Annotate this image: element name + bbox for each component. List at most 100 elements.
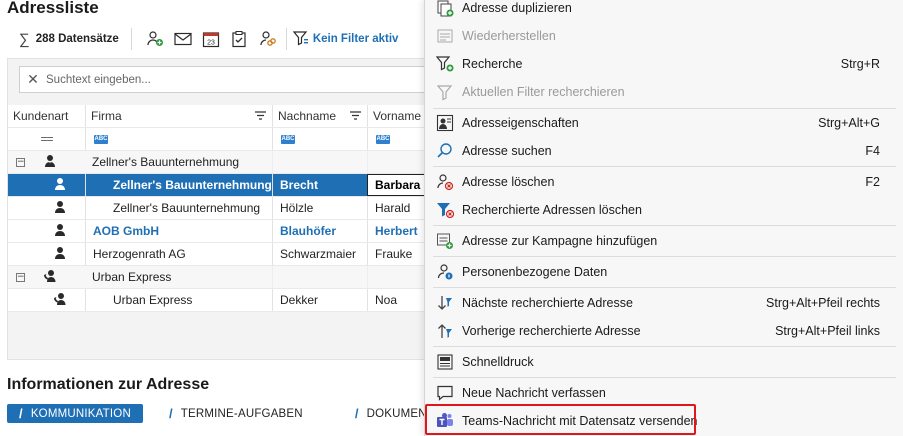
svg-text:23: 23 (207, 40, 215, 47)
person-icon (53, 223, 67, 240)
info-tabs: / KOMMUNIKATION / TERMINE-AUFGABEN / DOKUME… (7, 404, 454, 423)
filter-cell-kundenart[interactable]: == (8, 128, 85, 150)
mail-icon[interactable] (172, 28, 194, 50)
menu-item-aktuellen-filter[interactable]: Aktuellen Filter recherchieren (425, 78, 903, 106)
cell-firma: Zellner's Bauunternehmung (85, 174, 272, 196)
filter-status-label: Kein Filter aktiv (312, 33, 399, 45)
cell-vorname: Harald (367, 197, 427, 219)
person-icon (53, 246, 67, 263)
cell-firma: Urban Express (92, 270, 172, 284)
grid-header: Kundenart Firma Nachname Vorname (8, 105, 427, 128)
calendar-icon[interactable]: 23 (200, 28, 222, 50)
cell-vorname (367, 266, 427, 288)
search-box: ✕ (19, 66, 431, 93)
cell-firma: Herzogenrath AG (85, 243, 272, 265)
add-person-icon[interactable] (144, 28, 166, 50)
cell-nachname: Blauhöfer (272, 220, 367, 242)
menu-item-adresseigenschaften[interactable]: Adresseigenschaften Strg+Alt+G (425, 109, 903, 137)
table-row[interactable]: Urban Express Dekker Noa (8, 289, 427, 312)
tab-slash-icon: / (19, 406, 23, 421)
task-icon[interactable] (228, 28, 250, 50)
filter-icon (292, 30, 309, 49)
column-header-nachname[interactable]: Nachname (272, 105, 367, 127)
toolbar-separator (285, 28, 287, 50)
filter-cell-nachname[interactable]: ABC (272, 128, 367, 150)
column-header-kundenart[interactable]: Kundenart (8, 105, 85, 127)
cell-vorname[interactable]: Barbara (367, 174, 427, 196)
menu-item-adresse-suchen[interactable]: Adresse suchen F4 (425, 137, 903, 165)
phone-contact-icon (43, 269, 57, 286)
menu-item-naechste-adresse[interactable]: Nächste recherchierte Adresse Strg+Alt+Pf… (425, 289, 903, 317)
menu-item-vorherige-adresse[interactable]: Vorherige recherchierte Adresse Strg+Alt+… (425, 317, 903, 345)
column-filter-icon[interactable] (350, 109, 361, 123)
search-icon (434, 140, 456, 162)
cell-nachname: Hölzle (272, 197, 367, 219)
menu-item-adresse-duplizieren[interactable]: Adresse duplizieren (425, 0, 903, 22)
menu-item-recherche[interactable]: Recherche Strg+R (425, 50, 903, 78)
person-icon (53, 200, 67, 217)
tab-slash-icon: / (354, 406, 359, 421)
cell-vorname: Herbert (367, 220, 427, 242)
menu-item-adresse-loeschen[interactable]: Adresse löschen F2 (425, 168, 903, 196)
menu-item-kampagne[interactable]: Adresse zur Kampagne hinzufügen (425, 227, 903, 255)
search-input[interactable] (46, 73, 406, 86)
collapse-icon[interactable]: − (16, 272, 25, 282)
group-row[interactable]: − Zellner's Bauunternehmung (8, 151, 427, 174)
clear-search-icon[interactable]: ✕ (20, 71, 46, 88)
cell-firma: Zellner's Bauunternehmung (92, 155, 240, 169)
restore-icon (434, 25, 456, 47)
arrow-up-icon (434, 320, 456, 342)
personal-data-icon (434, 261, 456, 283)
address-grid: Kundenart Firma Nachname Vorname == ABC … (8, 105, 427, 312)
menu-item-recherchierte-loeschen[interactable]: Recherchierte Adressen löschen (425, 196, 903, 224)
table-row[interactable]: AOB GmbH Blauhöfer Herbert (8, 220, 427, 243)
filter-cell-firma[interactable]: ABC (85, 128, 272, 150)
menu-item-personenbezogene-daten[interactable]: Personenbezogene Daten (425, 258, 903, 286)
table-row[interactable]: Zellner's Bauunternehmung Hölzle Harald (8, 197, 427, 220)
filter-icon (434, 81, 456, 103)
cell-nachname: Dekker (272, 289, 367, 311)
campaign-icon (434, 230, 456, 252)
table-row[interactable]: Herzogenrath AG Schwarzmaier Frauke (8, 243, 427, 266)
cell-firma: Zellner's Bauunternehmung (85, 197, 272, 219)
menu-separator (433, 287, 896, 288)
message-icon (434, 382, 456, 404)
tab-slash-icon: / (168, 406, 173, 421)
filter-status[interactable]: Kein Filter aktiv (292, 30, 399, 49)
equals-icon: == (40, 132, 53, 146)
menu-separator (433, 256, 896, 257)
menu-item-wiederherstellen[interactable]: Wiederherstellen (425, 22, 903, 50)
menu-item-neue-nachricht[interactable]: Neue Nachricht verfassen (425, 379, 903, 407)
info-section-title: Informationen zur Adresse (7, 376, 210, 393)
table-row[interactable]: Zellner's Bauunternehmung Brecht Barbara (8, 174, 427, 197)
record-count-label: 288 Datensätze (35, 33, 119, 45)
context-menu: Adresse duplizieren Wiederherstellen Rec… (424, 0, 903, 436)
menu-separator (433, 166, 896, 167)
tab-termine-aufgaben[interactable]: / TERMINE-AUFGABEN (157, 404, 315, 423)
menu-item-schnelldruck[interactable]: Schnelldruck (425, 348, 903, 376)
column-header-firma[interactable]: Firma (85, 105, 272, 127)
duplicate-icon (434, 0, 456, 19)
cell-nachname: Schwarzmaier (272, 243, 367, 265)
group-row[interactable]: − Urban Express (8, 266, 427, 289)
collapse-icon[interactable]: − (16, 157, 25, 167)
cell-firma: AOB GmbH (85, 220, 272, 242)
cell-vorname (367, 151, 427, 173)
menu-separator (433, 346, 896, 347)
cell-vorname: Frauke (367, 243, 427, 265)
arrow-down-icon (434, 292, 456, 314)
person-icon (53, 177, 67, 194)
column-filter-icon[interactable] (255, 109, 266, 123)
column-header-vorname[interactable]: Vorname (367, 105, 427, 127)
sum-icon: ∑ (19, 30, 30, 48)
menu-separator (433, 225, 896, 226)
highlight-box (425, 404, 696, 435)
filter-add-icon (434, 53, 456, 75)
phone-contact-icon (53, 292, 67, 309)
toolbar: ∑ 288 Datensätze 23 Kein Filter aktiv (7, 24, 427, 54)
company-contact-icon (43, 154, 57, 171)
link-person-icon[interactable] (256, 28, 278, 50)
filter-cell-vorname[interactable]: ABC (367, 128, 427, 150)
tab-kommunikation[interactable]: / KOMMUNIKATION (7, 404, 143, 423)
record-count[interactable]: ∑ 288 Datensätze (7, 28, 132, 50)
